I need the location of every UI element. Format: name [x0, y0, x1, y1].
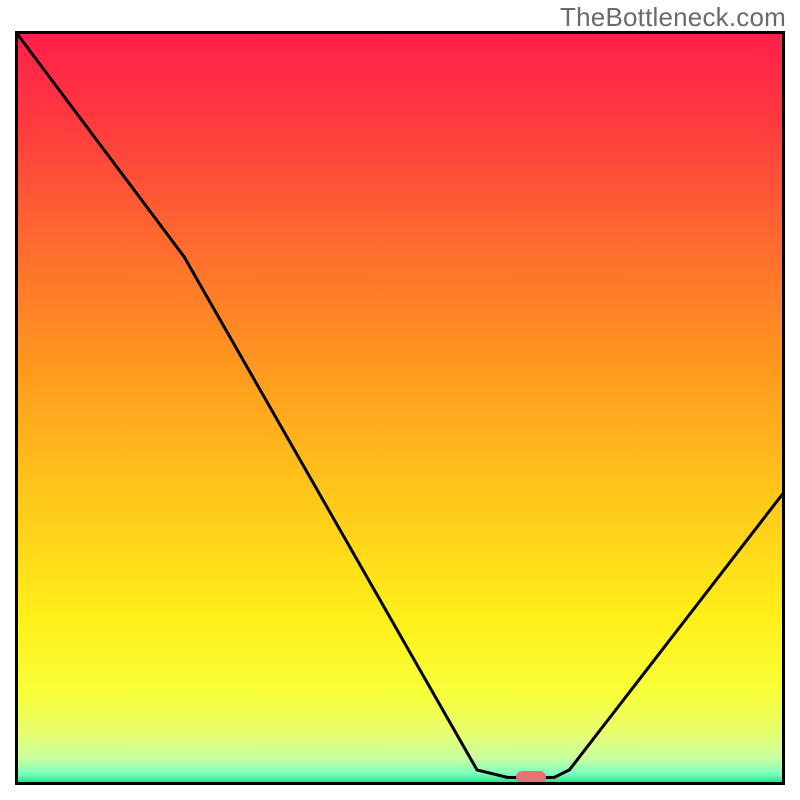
watermark-text: TheBottleneck.com [560, 2, 786, 33]
heat-background [15, 31, 785, 785]
optimal-point-marker [516, 771, 546, 783]
bottleneck-plot [15, 31, 785, 785]
chart-frame: TheBottleneck.com [0, 0, 800, 800]
